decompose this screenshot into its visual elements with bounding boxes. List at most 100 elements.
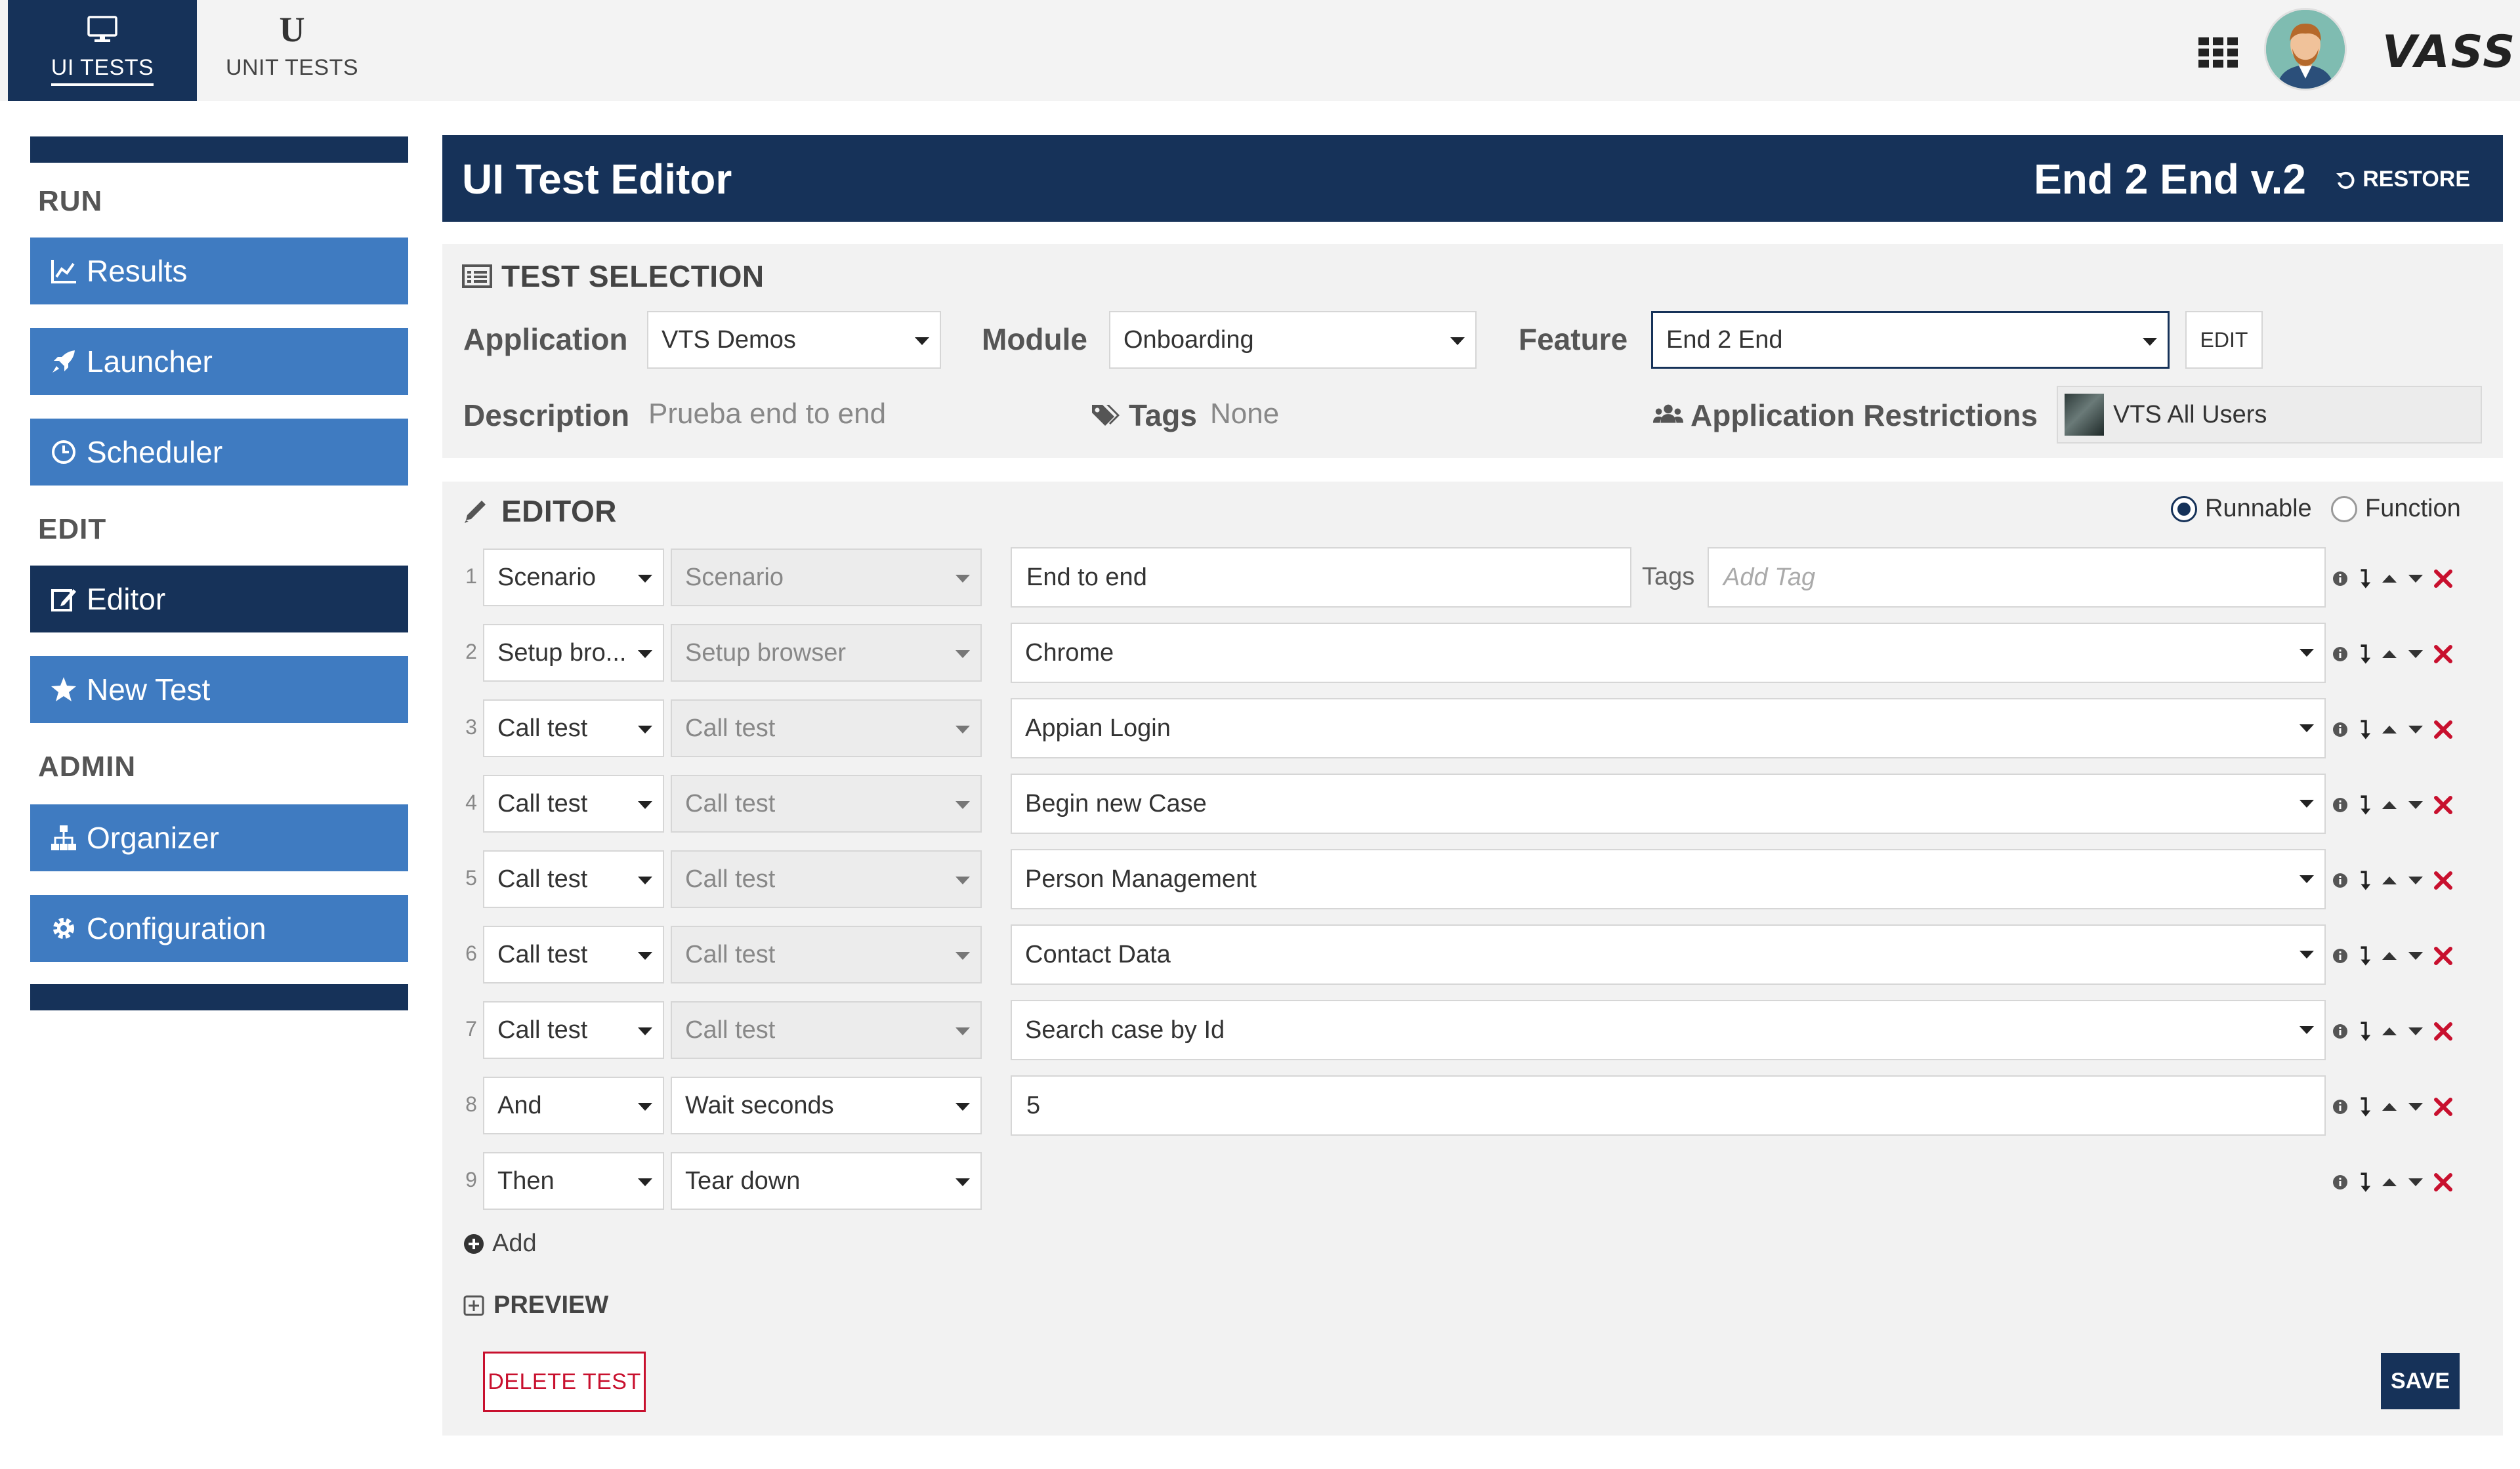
move-up-icon[interactable] — [2381, 1026, 2398, 1037]
keyword-select[interactable]: Setup bro... — [483, 624, 664, 682]
move-down-icon[interactable] — [2407, 875, 2424, 886]
editor-title: EDITOR — [462, 493, 617, 529]
delete-step-icon[interactable] — [2433, 644, 2453, 664]
step-select[interactable]: Setup browser — [671, 624, 982, 682]
insert-below-icon[interactable] — [2357, 642, 2372, 666]
info-icon[interactable] — [2332, 873, 2348, 888]
keyword-select[interactable]: Call test — [483, 926, 664, 983]
delete-step-icon[interactable] — [2433, 871, 2453, 890]
step-select-value: Setup browser — [685, 638, 847, 667]
step-value-select[interactable]: Person Management — [1011, 849, 2326, 909]
step-value-select[interactable]: Begin new Case — [1011, 774, 2326, 834]
delete-step-icon[interactable] — [2433, 795, 2453, 815]
move-down-icon[interactable] — [2407, 1177, 2424, 1188]
move-up-icon[interactable] — [2381, 649, 2398, 659]
insert-below-icon[interactable] — [2357, 944, 2372, 968]
step-select[interactable]: Call test — [671, 926, 982, 983]
delete-step-icon[interactable] — [2433, 1022, 2453, 1041]
sidebar-item-scheduler[interactable]: Scheduler — [30, 419, 408, 486]
sidebar-item-new-test[interactable]: New Test — [30, 656, 408, 723]
step-row: 5 Call test Call test Person Management — [442, 849, 2503, 909]
move-up-icon[interactable] — [2381, 1177, 2398, 1188]
step-select[interactable]: Call test — [671, 775, 982, 833]
delete-step-icon[interactable] — [2433, 569, 2453, 589]
restrictions-chip[interactable]: VTS All Users — [2057, 386, 2482, 444]
info-icon[interactable] — [2332, 1174, 2348, 1190]
move-up-icon[interactable] — [2381, 724, 2398, 735]
step-select[interactable]: Call test — [671, 850, 982, 908]
move-down-icon[interactable] — [2407, 724, 2424, 735]
delete-step-icon[interactable] — [2433, 720, 2453, 739]
feature-select[interactable]: End 2 End — [1651, 311, 2170, 369]
move-down-icon[interactable] — [2407, 800, 2424, 810]
add-step-button[interactable]: Add — [463, 1230, 537, 1258]
step-value-input[interactable]: End to end — [1011, 547, 1631, 608]
keyword-select[interactable]: Call test — [483, 775, 664, 833]
delete-step-icon[interactable] — [2433, 1097, 2453, 1117]
keyword-select[interactable]: Call test — [483, 850, 664, 908]
sidebar-item-organizer[interactable]: Organizer — [30, 804, 408, 871]
info-icon[interactable] — [2332, 1024, 2348, 1039]
move-down-icon[interactable] — [2407, 1102, 2424, 1112]
sidebar-item-launcher[interactable]: Launcher — [30, 328, 408, 395]
info-icon[interactable] — [2332, 1099, 2348, 1115]
insert-below-icon[interactable] — [2357, 1095, 2372, 1119]
tab-ui-tests[interactable]: UI TESTS — [8, 0, 197, 101]
application-select[interactable]: VTS Demos — [647, 311, 941, 369]
info-icon[interactable] — [2332, 571, 2348, 587]
keyword-select[interactable]: Call test — [483, 1001, 664, 1059]
sidebar-item-editor[interactable]: Editor — [30, 566, 408, 632]
move-down-icon[interactable] — [2407, 573, 2424, 584]
insert-below-icon[interactable] — [2357, 793, 2372, 817]
step-value-select[interactable]: Search case by Id — [1011, 1000, 2326, 1060]
sidebar-item-results[interactable]: Results — [30, 238, 408, 304]
move-down-icon[interactable] — [2407, 1026, 2424, 1037]
info-icon[interactable] — [2332, 797, 2348, 813]
insert-below-icon[interactable] — [2357, 567, 2372, 590]
tab-unit-tests[interactable]: U UNIT TESTS — [197, 0, 387, 101]
add-tag-input[interactable]: Add Tag — [1708, 547, 2326, 608]
insert-below-icon[interactable] — [2357, 1170, 2372, 1194]
move-up-icon[interactable] — [2381, 1102, 2398, 1112]
step-value-select[interactable]: Chrome — [1011, 623, 2326, 683]
keyword-select[interactable]: Scenario — [483, 548, 664, 606]
info-icon[interactable] — [2332, 646, 2348, 662]
save-button[interactable]: SAVE — [2381, 1353, 2460, 1409]
step-value-input[interactable]: 5 — [1011, 1075, 2326, 1136]
keyword-select[interactable]: And — [483, 1077, 664, 1134]
insert-below-icon[interactable] — [2357, 718, 2372, 741]
step-select[interactable]: Call test — [671, 699, 982, 757]
move-up-icon[interactable] — [2381, 875, 2398, 886]
keyword-select[interactable]: Then — [483, 1152, 664, 1210]
step-value-select[interactable]: Appian Login — [1011, 698, 2326, 758]
info-icon[interactable] — [2332, 722, 2348, 737]
delete-step-icon[interactable] — [2433, 946, 2453, 966]
step-value-select[interactable]: Contact Data — [1011, 924, 2326, 985]
step-select[interactable]: Wait seconds — [671, 1077, 982, 1134]
step-select[interactable]: Call test — [671, 1001, 982, 1059]
move-up-icon[interactable] — [2381, 951, 2398, 961]
radio-function[interactable]: Function — [2331, 495, 2461, 523]
radio-runnable[interactable]: Runnable — [2171, 495, 2312, 523]
feature-edit-button[interactable]: EDIT — [2185, 311, 2263, 369]
insert-below-icon[interactable] — [2357, 869, 2372, 892]
step-select[interactable]: Tear down — [671, 1152, 982, 1210]
move-down-icon[interactable] — [2407, 649, 2424, 659]
plus-circle-icon — [464, 1233, 484, 1254]
restore-button[interactable]: RESTORE — [2335, 167, 2470, 192]
editor-header: UI Test Editor End 2 End v.2 RESTORE — [442, 135, 2503, 222]
apps-grid-icon[interactable] — [2198, 37, 2238, 68]
step-select[interactable]: Scenario — [671, 548, 982, 606]
info-icon[interactable] — [2332, 948, 2348, 964]
delete-step-icon[interactable] — [2433, 1172, 2453, 1192]
delete-test-button[interactable]: DELETE TEST — [483, 1352, 646, 1412]
module-select[interactable]: Onboarding — [1109, 311, 1477, 369]
avatar[interactable] — [2264, 8, 2347, 91]
keyword-select[interactable]: Call test — [483, 699, 664, 757]
move-up-icon[interactable] — [2381, 573, 2398, 584]
move-down-icon[interactable] — [2407, 951, 2424, 961]
sidebar-item-configuration[interactable]: Configuration — [30, 895, 408, 962]
preview-toggle[interactable]: PREVIEW — [463, 1291, 608, 1319]
insert-below-icon[interactable] — [2357, 1020, 2372, 1043]
move-up-icon[interactable] — [2381, 800, 2398, 810]
